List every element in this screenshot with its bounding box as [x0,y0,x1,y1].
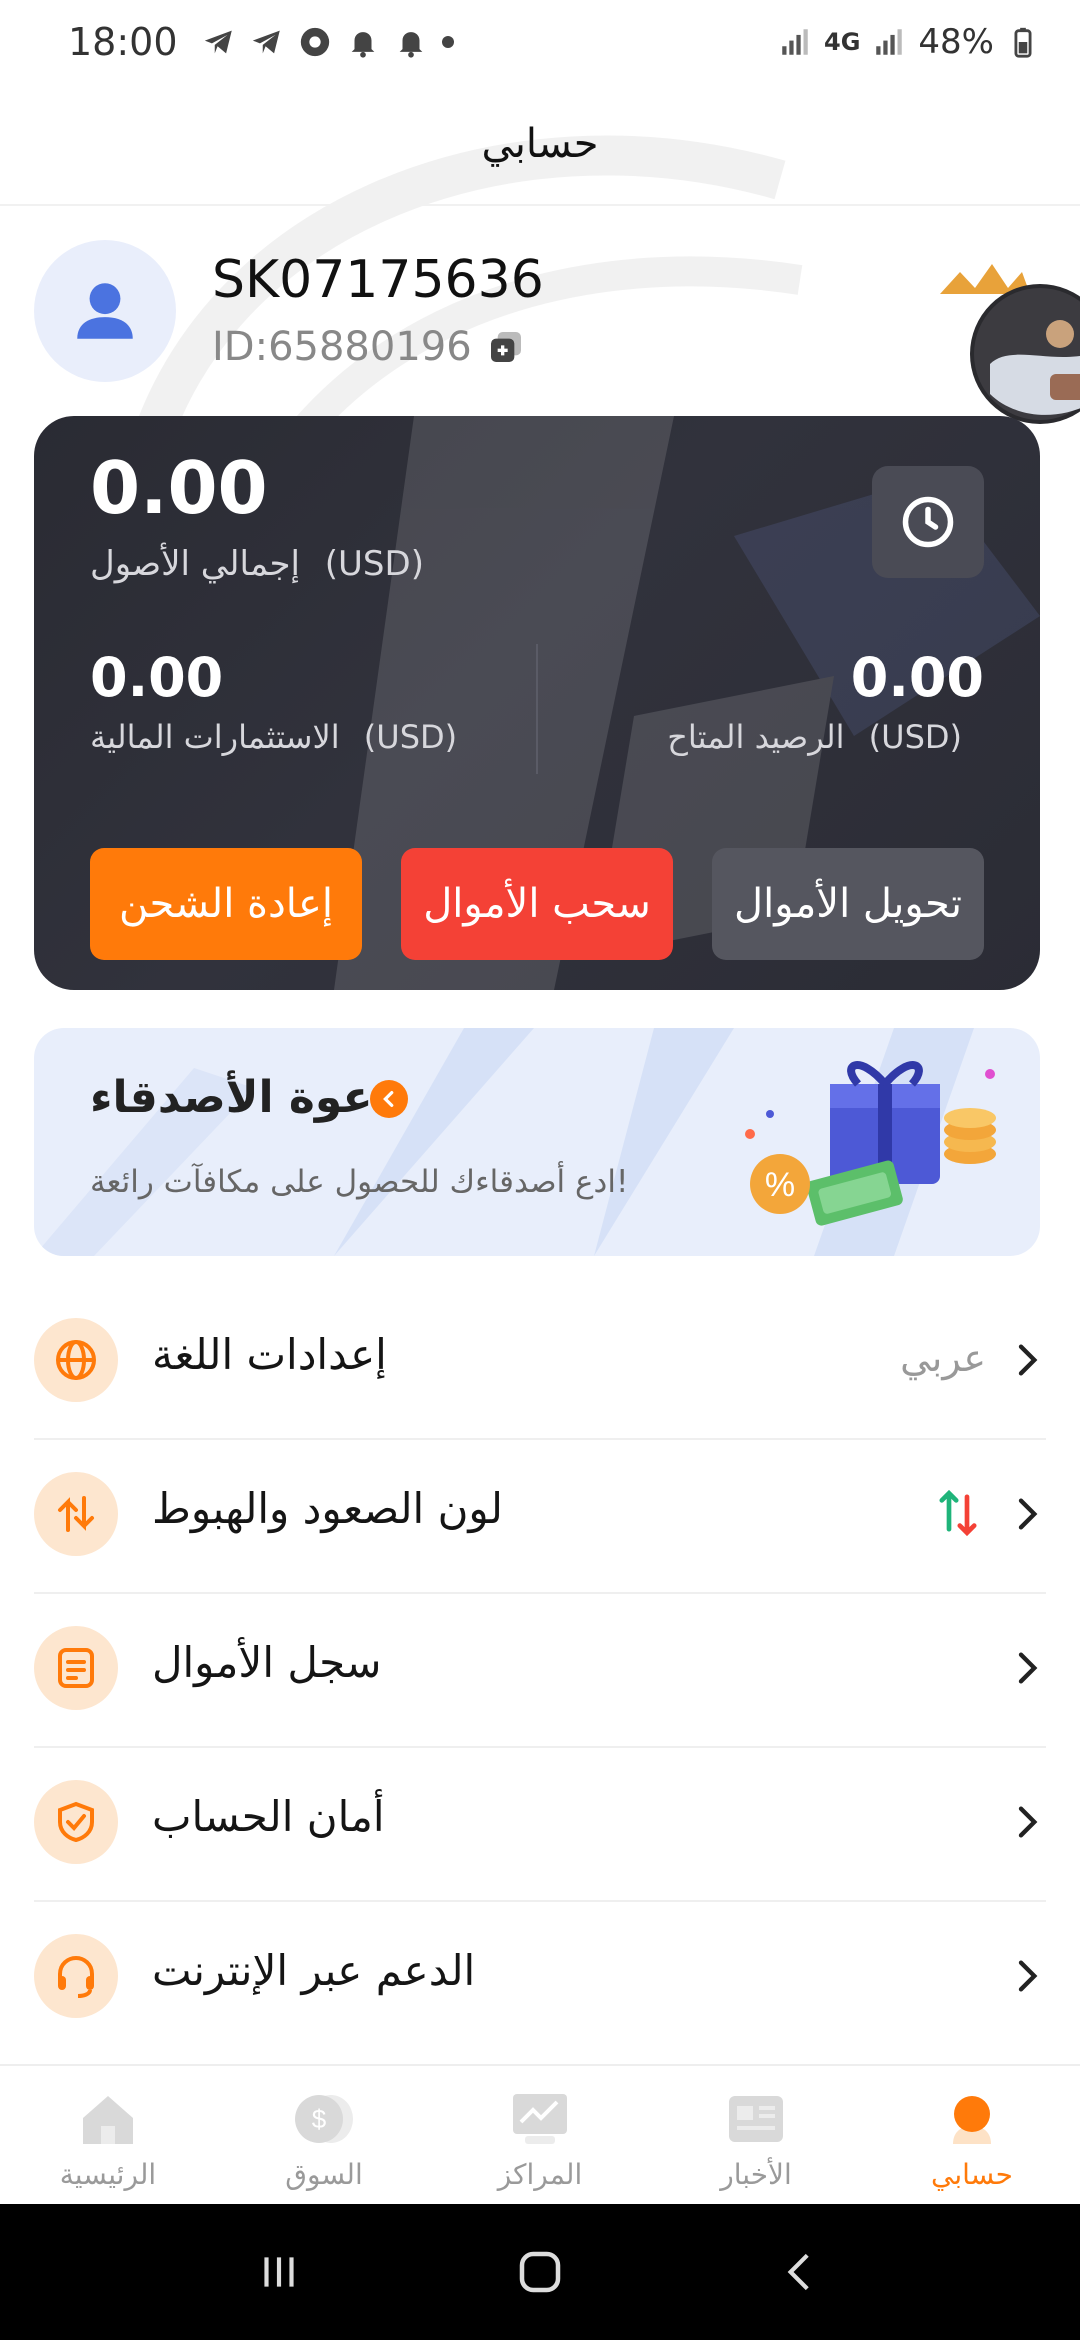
battery-percent: 48% [918,22,994,62]
total-assets-value: 0.00 [90,446,268,530]
nav-item-news[interactable]: الأخبار [648,2066,864,2204]
history-button[interactable] [872,466,984,578]
vpn-icon [300,27,329,57]
nav-item-profile[interactable]: حسابي [864,2066,1080,2204]
promo-badge-icon[interactable] [930,254,1080,434]
signal-icon [876,29,903,55]
total-assets-currency: (USD) [324,544,424,584]
telegram-icon [252,30,280,54]
svg-text:$: $ [312,2104,327,2134]
nav-item-market[interactable]: $ السوق [216,2066,432,2204]
positions-icon [513,2094,567,2144]
user-id: ID:65880196 [212,324,472,370]
invite-title: دعوة الأصدقاء [90,1072,396,1123]
menu-label: أمان الحساب [152,1792,385,1841]
invite-subtitle: ادع أصدقاءك للحصول على مكافآت رائعة! [90,1164,629,1200]
menu-item-color-scheme[interactable]: لون الصعود والهبوط [34,1440,1046,1594]
home-icon [83,2096,133,2144]
menu-value: عربي [900,1336,986,1380]
news-icon [729,2096,783,2142]
app-header: حسابي [0,84,1080,206]
bell-icon [399,32,422,58]
status-time: 18:00 [68,20,178,64]
menu-label: الدعم عبر الإنترنت [152,1946,476,1995]
network-type: 4G [824,28,861,56]
menu-item-funds-record[interactable]: سجل الأموال [34,1594,1046,1748]
user-icon [77,283,133,339]
available-balance-currency: (USD) [868,718,962,756]
nav-label: الرئيسية [59,2158,157,2191]
chevron-right-icon [1018,1498,1038,1530]
menu-item-account-security[interactable]: أمان الحساب [34,1748,1046,1902]
invite-friends-banner[interactable]: دعوة الأصدقاء ادع أصدقاءك للحصول على مكا… [34,1028,1040,1256]
recharge-button[interactable]: إعادة الشحن [90,848,362,960]
home-button-icon[interactable] [513,2245,567,2299]
available-balance-label: الرصيد المتاح (USD) [667,718,962,756]
menu-label: سجل الأموال [152,1638,382,1687]
nav-item-positions[interactable]: المراكز [432,2066,648,2204]
investments-currency: (USD) [363,718,458,756]
chevron-right-icon [1018,1960,1038,1992]
nav-label: حسابي [931,2158,1013,2191]
bottom-navigation: الرئيسية $ السوق المراكز الأخبار حسابي [0,2064,1080,2204]
bell-icon [351,32,374,58]
clock-icon [902,496,954,548]
chevron-right-icon [1018,1652,1038,1684]
telegram-icon [204,30,232,54]
globe-icon [34,1318,118,1402]
investments-text: الاستثمارات المالية [90,718,340,756]
total-assets-text: إجمالي الأصول [90,544,300,584]
notification-dot-icon [441,36,454,48]
gift-icon: % [745,1061,996,1226]
chevron-right-icon [1018,1806,1038,1838]
battery-icon [1014,27,1032,58]
market-icon: $ [295,2095,353,2143]
nav-label: الأخبار [720,2158,792,2191]
profile-section: SK07175636 ID:65880196 [0,206,1080,424]
settings-menu: إعدادات اللغة عربي لون الصعود والهبوط سج… [34,1286,1046,2056]
status-bar: 18:00 4G 48% [0,0,1080,84]
nav-label: المراكز [497,2158,583,2191]
signal-icon [782,29,808,55]
avatar[interactable] [34,240,176,382]
user-id-row: ID:65880196 [212,324,526,370]
document-icon [34,1626,118,1710]
profile-icon [953,2096,991,2144]
up-green-down-red-icon [939,1489,977,1537]
arrows-updown-icon [34,1472,118,1556]
nav-item-home[interactable]: الرئيسية [0,2066,216,2204]
divider [536,644,538,774]
back-icon[interactable] [776,2247,826,2297]
headset-icon [34,1934,118,2018]
investments-value: 0.00 [90,646,224,709]
investments-label: الاستثمارات المالية (USD) [90,718,457,756]
svg-text:%: % [765,1166,795,1204]
available-balance-value: 0.00 [850,646,984,709]
chevron-right-icon [370,1080,408,1118]
page-title: حسابي [481,121,599,167]
chevron-right-icon [1018,1344,1038,1376]
system-navigation-bar [0,2204,1080,2340]
menu-item-online-support[interactable]: الدعم عبر الإنترنت [34,1902,1046,2056]
username: SK07175636 [212,250,544,310]
copy-icon[interactable] [486,327,526,367]
nav-label: السوق [285,2158,363,2191]
menu-label: لون الصعود والهبوط [152,1484,503,1533]
recent-apps-icon[interactable] [254,2247,304,2297]
menu-item-language[interactable]: إعدادات اللغة عربي [34,1286,1046,1440]
shield-check-icon [34,1780,118,1864]
available-balance-text: الرصيد المتاح [667,718,845,756]
transfer-button[interactable]: تحويل الأموال [712,848,984,960]
asset-card: 0.00 إجمالي الأصول (USD) 0.00 الاستثمارا… [34,416,1040,990]
total-assets-label: إجمالي الأصول (USD) [90,544,424,584]
menu-label: إعدادات اللغة [152,1330,387,1379]
withdraw-button[interactable]: سحب الأموال [401,848,673,960]
